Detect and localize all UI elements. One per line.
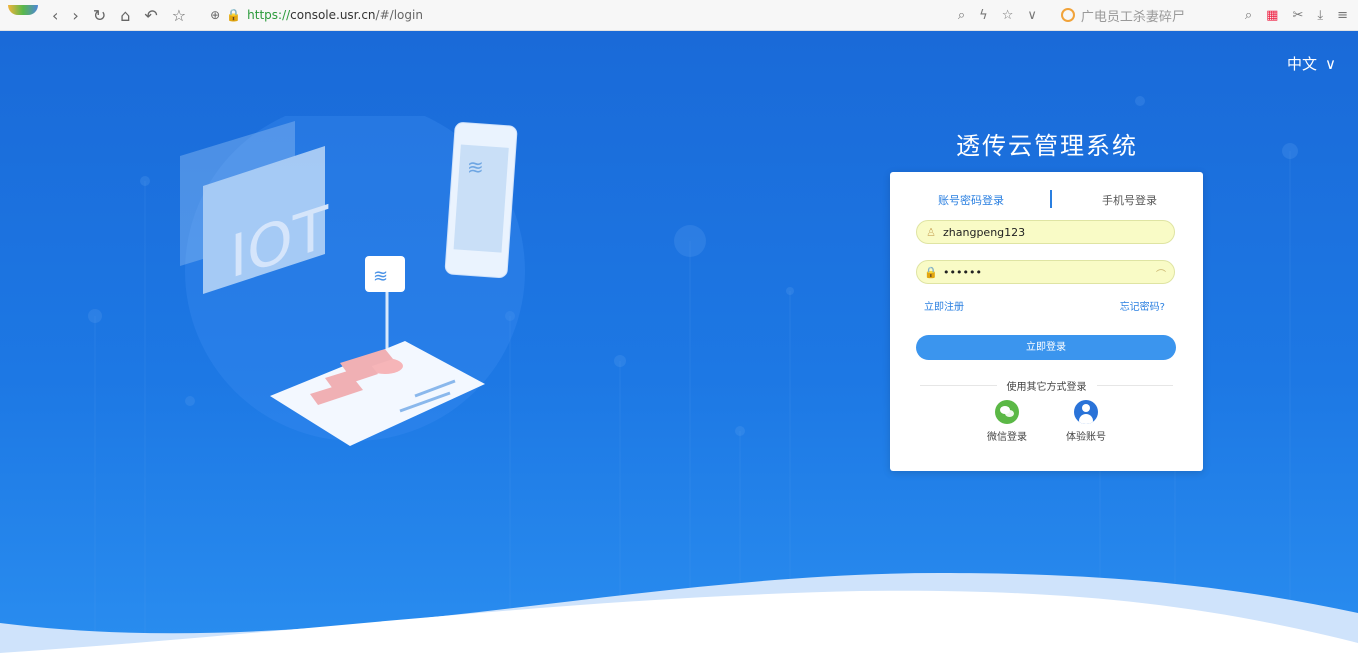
url-host: console.usr.cn: [290, 8, 376, 22]
address-bar[interactable]: ⊕ 🔒 https://console.usr.cn/#/login: [210, 8, 423, 22]
chevron-down-icon: ∨: [1325, 54, 1336, 73]
wechat-login-label: 微信登录: [987, 432, 1027, 443]
username-value: zhangpeng123: [943, 225, 1026, 239]
undo-close-icon[interactable]: ↶: [144, 6, 157, 25]
eye-hidden-icon[interactable]: ⌒: [1156, 266, 1166, 281]
social-logins: 微信登录 体验账号: [890, 400, 1203, 445]
forward-icon[interactable]: ›: [72, 6, 78, 25]
download-icon[interactable]: ⤓: [1317, 8, 1323, 23]
wechat-login[interactable]: 微信登录: [977, 400, 1037, 443]
scissors-icon[interactable]: ✂: [1292, 8, 1303, 23]
flash-icon[interactable]: ϟ: [979, 8, 988, 23]
user-icon: ♙: [926, 225, 936, 239]
login-card: 账号密码登录 手机号登录 ♙ zhangpeng123 🔒 •••••• ⌒ 立…: [890, 172, 1203, 471]
register-link[interactable]: 立即注册: [924, 298, 964, 313]
browser-toolbar: ‹ › ↻ ⌂ ↶ ☆ ⊕ 🔒 https://console.usr.cn/#…: [0, 0, 1358, 31]
search-engine-icon: [1060, 8, 1075, 22]
url-prefix: https://: [247, 8, 291, 22]
login-tabs: 账号密码登录 手机号登录: [890, 190, 1203, 212]
tab-divider: [1050, 190, 1052, 208]
password-value: ••••••: [943, 265, 982, 279]
password-field[interactable]: 🔒 •••••• ⌒: [916, 260, 1175, 284]
browser-search[interactable]: 广电员工杀妻碎尸: [1060, 6, 1231, 25]
login-page: IOT ≋ ≋ 中文 ∨ 透传云管理系统 账号密码登录 手机号登录 ♙ zhan…: [0, 31, 1358, 663]
zoom-icon[interactable]: ⌕: [958, 8, 965, 23]
language-switch[interactable]: 中文 ∨: [1287, 53, 1336, 74]
apps-icon[interactable]: ▦: [1266, 8, 1278, 23]
trial-account[interactable]: 体验账号: [1056, 400, 1116, 443]
other-login-text: 使用其它方式登录: [1006, 382, 1087, 393]
language-label: 中文: [1287, 55, 1318, 73]
tab-password-login[interactable]: 账号密码登录: [938, 192, 1004, 208]
browser-right-tools: ⌕ ϟ ☆ ∨ 广电员工杀妻碎尸 ⌕ ▦ ✂ ⤓ ≡: [958, 0, 1348, 30]
browser-nav: ‹ › ↻ ⌂ ↶ ☆: [52, 6, 186, 25]
avatar-icon: [1074, 400, 1098, 424]
menu-icon[interactable]: ≡: [1337, 8, 1348, 23]
refresh-icon[interactable]: ↻: [93, 6, 106, 25]
iot-illustration: IOT ≋ ≋: [180, 116, 525, 446]
shield-icon: ⊕: [210, 8, 221, 22]
login-button[interactable]: 立即登录: [916, 335, 1176, 360]
dropdown-icon[interactable]: ∨: [1027, 8, 1037, 23]
wechat-icon: [995, 400, 1019, 424]
bottom-wave: [0, 573, 1358, 663]
favorite-icon[interactable]: ☆: [1002, 8, 1014, 23]
search-icon[interactable]: ⌕: [1245, 8, 1252, 23]
auth-links: 立即注册 忘记密码?: [924, 298, 1165, 313]
browser-logo-icon: [8, 5, 38, 25]
bookmark-star-icon[interactable]: ☆: [172, 6, 186, 25]
trial-account-label: 体验账号: [1066, 432, 1106, 443]
svg-text:≋: ≋: [373, 266, 388, 287]
home-icon[interactable]: ⌂: [120, 6, 130, 25]
svg-text:≋: ≋: [467, 155, 484, 179]
back-icon[interactable]: ‹: [52, 6, 58, 25]
username-field[interactable]: ♙ zhangpeng123: [916, 220, 1175, 244]
search-suggestion: 广电员工杀妻碎尸: [1080, 9, 1185, 25]
other-login-divider: 使用其它方式登录: [920, 378, 1173, 393]
lock-icon: 🔒: [924, 265, 938, 279]
tab-phone-login[interactable]: 手机号登录: [1102, 192, 1157, 208]
url-path: /#/login: [375, 8, 423, 22]
lock-icon: 🔒: [226, 8, 242, 22]
system-title: 透传云管理系统: [956, 132, 1138, 160]
forgot-password-link[interactable]: 忘记密码?: [1120, 298, 1165, 313]
